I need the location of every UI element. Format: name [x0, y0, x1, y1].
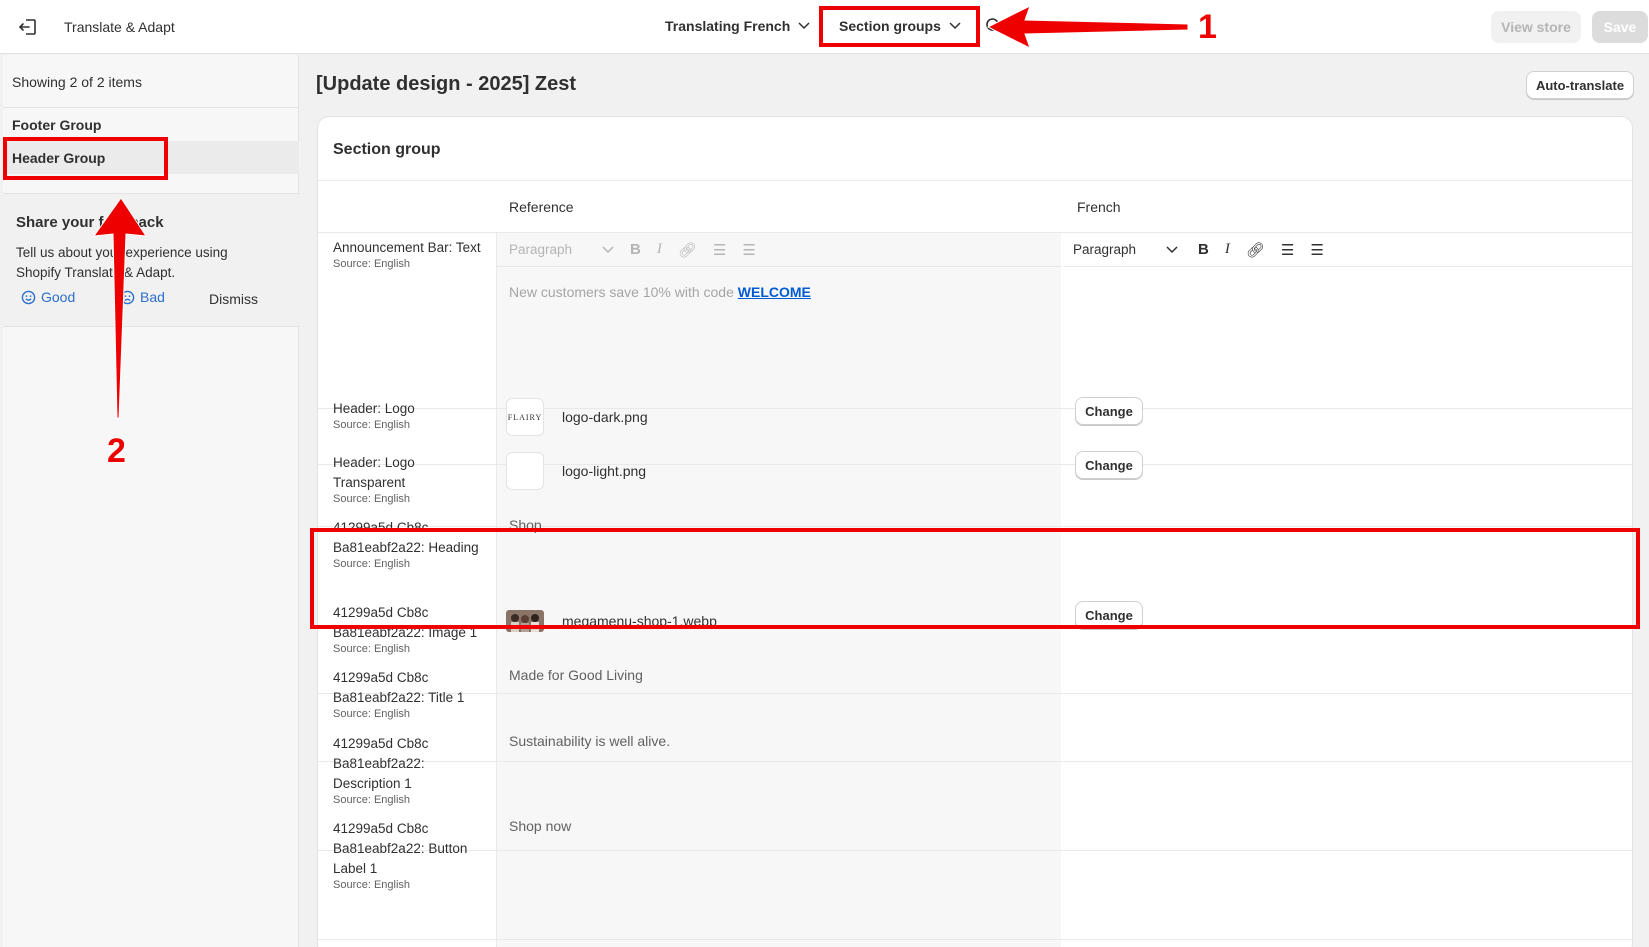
- row-divider: [318, 850, 1632, 851]
- column-header-reference: Reference: [509, 199, 574, 215]
- row-title: 41299a5d Cb8c Ba81eabf2a22: Heading: [333, 520, 479, 555]
- announcement-text: New customers save 10% with code: [509, 284, 738, 300]
- reference-text: Shop now: [509, 818, 572, 834]
- change-image-button[interactable]: Change: [1075, 601, 1143, 629]
- logo-thumbnail: [506, 452, 544, 490]
- row-title: 41299a5d Cb8c Ba81eabf2a22: Button Label…: [333, 821, 468, 876]
- reference-text: Shop: [509, 517, 542, 533]
- bold-icon[interactable]: B: [1198, 241, 1209, 258]
- italic-icon: I: [656, 241, 662, 257]
- chevron-down-icon: [1166, 245, 1178, 253]
- smiley-icon: [21, 290, 36, 304]
- exit-icon[interactable]: [17, 16, 39, 38]
- chevron-down-icon: [602, 245, 614, 253]
- row-title: 41299a5d Cb8c Ba81eabf2a22: Title 1: [333, 670, 465, 705]
- row-source: Source: English: [333, 558, 411, 570]
- numbered-list-icon: ☰: [742, 241, 756, 259]
- row-source: Source: English: [333, 258, 411, 270]
- italic-icon[interactable]: I: [1225, 241, 1230, 258]
- section-group-card: Section group Reference French Announcem…: [317, 116, 1633, 947]
- bullet-list-icon: ☰: [712, 241, 727, 259]
- chevron-down-icon: [798, 22, 810, 30]
- reference-toolbar: Paragraph B I 🔗︎ ☰ ☰: [496, 233, 1061, 267]
- row-title: Announcement Bar: Text: [333, 240, 481, 255]
- paragraph-select-label: Paragraph: [1073, 242, 1137, 257]
- row-label: Header: Logo Transparent Source: English: [333, 453, 488, 505]
- feedback-text: Tell us about your experience using Shop…: [16, 245, 228, 280]
- row-label: 41299a5d Cb8c Ba81eabf2a22: Button Label…: [333, 819, 488, 891]
- numbered-list-icon[interactable]: ☰: [1310, 241, 1323, 259]
- row-source: Source: English: [333, 708, 411, 720]
- feedback-panel: Share your feedback Tell us about your e…: [3, 193, 299, 327]
- reference-text: Made for Good Living: [509, 667, 643, 683]
- sidebar: Showing 2 of 2 items Footer Group Header…: [3, 55, 299, 947]
- announcement-code-link[interactable]: WELCOME: [738, 284, 811, 300]
- row-title: 41299a5d Cb8c Ba81eabf2a22: Description …: [333, 736, 429, 791]
- divider: [318, 180, 1632, 181]
- row-label: 41299a5d Cb8c Ba81eabf2a22: Title 1 Sour…: [333, 668, 488, 720]
- language-select-label: Translating French: [665, 18, 791, 34]
- sidebar-item-footer-group[interactable]: Footer Group: [3, 108, 299, 141]
- french-toolbar: Paragraph B I 🔗︎ ☰ ☰: [1063, 233, 1632, 267]
- feedback-bad-label: Bad: [140, 289, 165, 305]
- page-title: [Update design - 2025] Zest: [316, 73, 577, 95]
- row-divider: [318, 693, 1632, 694]
- change-logo-transparent-button[interactable]: Change: [1075, 451, 1143, 479]
- change-logo-button[interactable]: Change: [1075, 397, 1143, 425]
- feedback-good-label: Good: [41, 289, 76, 305]
- row-source: Source: English: [333, 419, 411, 431]
- paragraph-select-label: Paragraph: [509, 242, 573, 257]
- bullet-list-icon[interactable]: ☰: [1281, 241, 1294, 259]
- row-divider: [318, 761, 1632, 762]
- row-label: 41299a5d Cb8c Ba81eabf2a22: Description …: [333, 734, 488, 806]
- row-source: Source: English: [333, 643, 411, 655]
- frown-icon: [120, 290, 135, 304]
- row-source: Source: English: [333, 879, 411, 891]
- link-icon: 🔗︎: [677, 241, 697, 259]
- feedback-good-button[interactable]: Good: [21, 289, 75, 305]
- row-label: Announcement Bar: Text Source: English: [333, 238, 488, 270]
- image-thumbnail: [506, 610, 544, 632]
- logo-thumbnail-text: FLAIRY: [507, 412, 543, 422]
- row-divider: [318, 939, 1632, 940]
- view-store-button[interactable]: View store: [1491, 11, 1581, 43]
- search-icon[interactable]: [985, 17, 1003, 35]
- resource-type-select-label: Section groups: [839, 18, 941, 34]
- reference-text: Sustainability is well alive.: [509, 733, 671, 749]
- card-title: Section group: [333, 141, 441, 158]
- row-label: 41299a5d Cb8c Ba81eabf2a22: Heading Sour…: [333, 518, 488, 570]
- sidebar-item-header-group[interactable]: Header Group: [3, 141, 299, 174]
- feedback-title: Share your feedback: [16, 214, 164, 231]
- feedback-dismiss-button[interactable]: Dismiss: [209, 291, 258, 307]
- row-title: Header: Logo Transparent: [333, 455, 415, 490]
- column-header-french: French: [1077, 199, 1121, 215]
- reference-column: [496, 233, 1061, 947]
- link-icon[interactable]: 🔗︎: [1246, 241, 1265, 259]
- resource-type-select[interactable]: Section groups: [839, 18, 961, 34]
- top-bar: Translate & Adapt Translating French Sec…: [0, 0, 1649, 54]
- language-select[interactable]: Translating French: [665, 18, 810, 34]
- item-count: Showing 2 of 2 items: [12, 74, 142, 90]
- row-title: 41299a5d Cb8c Ba81eabf2a22: Image 1: [333, 605, 478, 640]
- logo-thumbnail: FLAIRY: [506, 398, 544, 436]
- bold-icon: B: [630, 241, 641, 258]
- row-source: Source: English: [333, 794, 411, 806]
- file-name: logo-light.png: [562, 463, 647, 479]
- file-name: megamenu-shop-1.webp: [562, 613, 717, 629]
- row-title: Header: Logo: [333, 401, 415, 416]
- file-name: logo-dark.png: [562, 409, 648, 425]
- paragraph-select: Paragraph: [509, 242, 614, 257]
- row-label: 41299a5d Cb8c Ba81eabf2a22: Image 1 Sour…: [333, 603, 488, 655]
- feedback-bad-button[interactable]: Bad: [120, 289, 165, 305]
- photo-icon: [506, 610, 544, 632]
- paragraph-select[interactable]: Paragraph: [1073, 242, 1178, 257]
- row-label: Header: Logo Source: English: [333, 399, 488, 431]
- announcement-reference-text: New customers save 10% with code WELCOME: [509, 284, 811, 300]
- row-source: Source: English: [333, 493, 411, 505]
- save-button[interactable]: Save: [1592, 11, 1648, 43]
- app-title: Translate & Adapt: [64, 19, 175, 35]
- auto-translate-button[interactable]: Auto-translate: [1526, 71, 1634, 99]
- chevron-down-icon: [949, 22, 961, 30]
